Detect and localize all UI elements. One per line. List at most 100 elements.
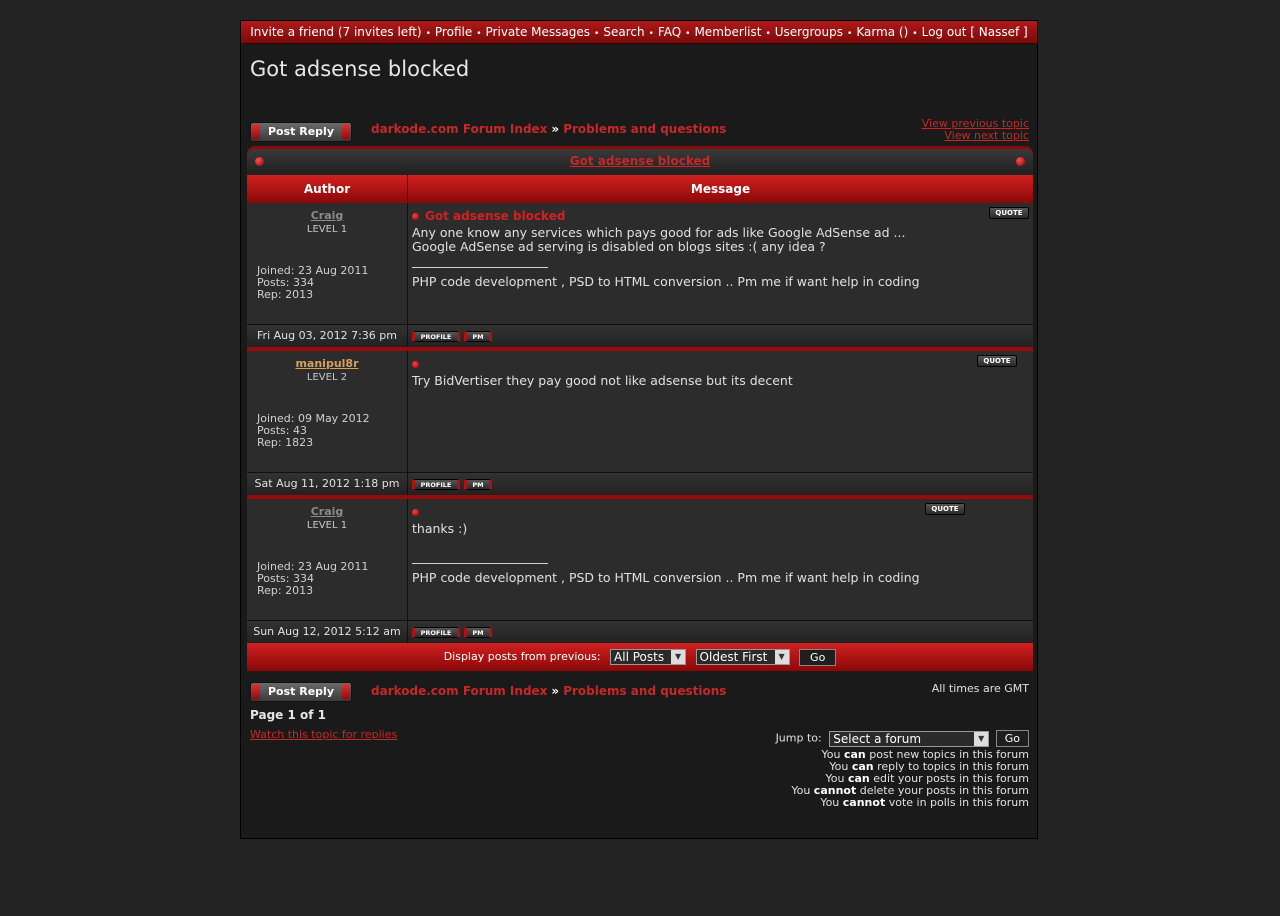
post-footer: Sat Aug 11, 2012 1:18 pm PROFILE PM <box>247 473 1033 499</box>
nav-separator: • <box>594 29 600 39</box>
display-order-select[interactable]: Oldest First ▼ <box>695 649 790 665</box>
nav-separator: • <box>648 29 654 39</box>
nav-memberlist[interactable]: Memberlist <box>694 25 761 39</box>
breadcrumb-forum-index[interactable]: darkode.com Forum Index <box>371 684 547 698</box>
post-text: thanks :) <box>412 521 468 536</box>
column-header-author: Author <box>247 175 408 203</box>
nav-separator: • <box>765 29 771 39</box>
post-subject: Got adsense blocked <box>412 209 565 223</box>
jump-to-select[interactable]: Select a forum ▼ <box>829 730 990 747</box>
profile-button[interactable]: PROFILE <box>412 627 460 638</box>
nav-usergroups[interactable]: Usergroups <box>775 25 843 39</box>
chevron-down-icon: ▼ <box>974 731 989 746</box>
author-name-link[interactable]: Craig <box>247 505 407 518</box>
post-row: Craig LEVEL 1 Joined: 23 Aug 2011 Posts:… <box>247 203 1033 351</box>
post-date: Sun Aug 12, 2012 5:12 am <box>247 621 408 643</box>
display-go-button[interactable]: Go <box>799 648 837 666</box>
topic-title-link[interactable]: Got adsense blocked <box>570 154 710 168</box>
nav-separator: • <box>476 29 482 39</box>
post-row: Craig LEVEL 1 Joined: 23 Aug 2011 Posts:… <box>247 499 1033 643</box>
column-headers: Author Message <box>247 175 1033 203</box>
quote-button[interactable]: QUOTE <box>989 207 1029 219</box>
page-title: Got adsense blocked <box>250 57 470 81</box>
profile-button[interactable]: PROFILE <box>412 479 460 490</box>
top-navigation: Invite a friend (7 invites left) • Profile… <box>241 21 1037 44</box>
nav-faq[interactable]: FAQ <box>658 25 681 39</box>
timezone-note: All times are GMT <box>931 682 1029 695</box>
breadcrumb-forum[interactable]: Problems and questions <box>563 122 726 136</box>
author-name-link[interactable]: manipul8r <box>247 357 407 370</box>
post-footer-buttons: PROFILE PM <box>408 621 500 643</box>
author-name-link[interactable]: Craig <box>247 209 407 222</box>
topic-table: Got adsense blocked Author Message Craig… <box>247 146 1033 671</box>
nav-separator: • <box>847 29 853 39</box>
post-subject <box>412 505 425 519</box>
view-next-topic-link[interactable]: View next topic <box>922 130 1029 142</box>
author-rep: Rep: 2013 <box>257 584 314 597</box>
post-body: manipul8r LEVEL 2 Joined: 09 May 2012 Po… <box>247 351 1033 473</box>
post-bullet-icon <box>412 509 419 516</box>
post-footer: Fri Aug 03, 2012 7:36 pm PROFILE PM <box>247 325 1033 351</box>
author-stats: Joined: 23 Aug 2011 Posts: 334 Rep: 2013 <box>257 561 368 597</box>
header-dot-icon <box>255 157 264 166</box>
post-author-panel: manipul8r LEVEL 2 Joined: 09 May 2012 Po… <box>247 351 408 472</box>
jump-to-value: Select a forum <box>833 731 922 746</box>
jump-go-button[interactable]: Go <box>995 730 1029 747</box>
display-range-select[interactable]: All Posts ▼ <box>610 649 687 665</box>
post-subject-text: Got adsense blocked <box>425 209 566 223</box>
jump-to-forum: Jump to: Select a forum ▼ Go <box>776 730 1029 747</box>
quote-button[interactable]: QUOTE <box>977 355 1017 367</box>
post-text: Try BidVertiser they pay good not like a… <box>412 373 793 388</box>
nav-separator: • <box>425 29 431 39</box>
nav-separator: • <box>912 29 918 39</box>
nav-logout[interactable]: Log out [ Nassef ] <box>922 25 1028 39</box>
nav-private-messages[interactable]: Private Messages <box>486 25 591 39</box>
forum-permissions: You can post new topics in this forum Yo… <box>791 749 1029 809</box>
breadcrumb-separator: » <box>551 122 560 136</box>
display-posts-bar: Display posts from previous: All Posts ▼ … <box>247 643 1033 671</box>
breadcrumb-bottom: darkode.com Forum Index » Problems and que… <box>371 684 726 698</box>
post-subject <box>412 357 425 371</box>
breadcrumb-separator: » <box>551 684 560 698</box>
watch-topic-link[interactable]: Watch this topic for replies <box>250 728 397 741</box>
post-bullet-icon <box>412 361 419 368</box>
post-footer-buttons: PROFILE PM <box>408 325 500 347</box>
post-bullet-icon <box>412 213 419 220</box>
nav-invite[interactable]: Invite a friend (7 invites left) <box>250 25 421 39</box>
column-header-message: Message <box>690 182 751 196</box>
post-signature: PHP code development , PSD to HTML conve… <box>412 563 920 585</box>
display-order-value: Oldest First <box>699 650 768 664</box>
post-author-panel: Craig LEVEL 1 Joined: 23 Aug 2011 Posts:… <box>247 499 408 620</box>
topic-table-header: Got adsense blocked <box>247 146 1033 175</box>
pm-button[interactable]: PM <box>464 479 492 490</box>
chevron-down-icon: ▼ <box>671 650 686 664</box>
nav-karma[interactable]: Karma () <box>856 25 908 39</box>
nav-separator: • <box>685 29 691 39</box>
post-signature: PHP code development , PSD to HTML conve… <box>412 267 920 289</box>
post-date: Fri Aug 03, 2012 7:36 pm <box>247 325 408 347</box>
author-level: LEVEL 1 <box>306 520 348 531</box>
author-rep: Rep: 1823 <box>257 436 314 449</box>
post-author-panel: Craig LEVEL 1 Joined: 23 Aug 2011 Posts:… <box>247 203 408 324</box>
nav-profile[interactable]: Profile <box>435 25 472 39</box>
post-reply-button[interactable]: Post Reply <box>250 122 352 142</box>
author-level: LEVEL 2 <box>306 372 348 383</box>
post-reply-button-bottom[interactable]: Post Reply <box>250 682 352 702</box>
breadcrumb: darkode.com Forum Index » Problems and que… <box>371 122 726 136</box>
pm-button[interactable]: PM <box>464 331 492 342</box>
post-footer-buttons: PROFILE PM <box>408 473 500 495</box>
page-info: Page 1 of 1 <box>250 708 326 722</box>
pm-button[interactable]: PM <box>464 627 492 638</box>
breadcrumb-forum[interactable]: Problems and questions <box>563 684 726 698</box>
topic-navigation: View previous topic View next topic <box>922 118 1029 142</box>
breadcrumb-forum-index[interactable]: darkode.com Forum Index <box>371 122 547 136</box>
post-row: manipul8r LEVEL 2 Joined: 09 May 2012 Po… <box>247 351 1033 499</box>
post-body: Craig LEVEL 1 Joined: 23 Aug 2011 Posts:… <box>247 499 1033 621</box>
display-range-value: All Posts <box>614 650 665 664</box>
nav-search[interactable]: Search <box>603 25 644 39</box>
post-message: QUOTE thanks :) PHP code development , P… <box>408 499 1033 620</box>
forum-page: Invite a friend (7 invites left) • Profile… <box>240 20 1038 839</box>
profile-button[interactable]: PROFILE <box>412 331 460 342</box>
author-level: LEVEL 1 <box>306 224 348 235</box>
quote-button[interactable]: QUOTE <box>925 503 965 515</box>
